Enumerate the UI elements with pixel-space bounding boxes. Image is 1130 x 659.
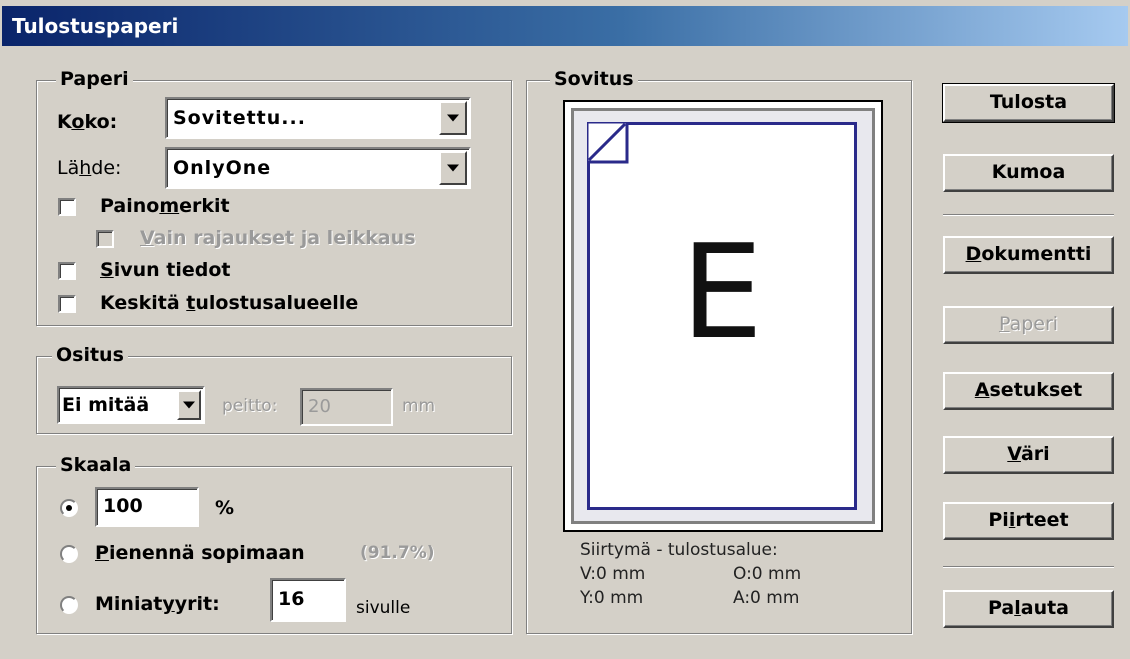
title-bar: Tulostuspaperi <box>2 6 1128 46</box>
offset-o: O:0 mm <box>733 564 802 584</box>
settings-button[interactable]: Asetukset <box>943 372 1114 410</box>
features-button[interactable]: Piirteet <box>943 502 1114 540</box>
size-dropdown[interactable]: Sovitettu... <box>165 97 471 139</box>
scale-percent-radio[interactable] <box>60 499 78 517</box>
chevron-down-icon[interactable] <box>177 390 201 420</box>
scale-thumbnails-radio[interactable] <box>60 596 78 614</box>
scale-fit-percent: (91.7%) <box>360 543 435 563</box>
reset-button[interactable]: Palauta <box>943 590 1114 628</box>
scale-percent-input[interactable]: 100 <box>95 487 199 527</box>
chevron-down-icon[interactable] <box>439 151 467 185</box>
scale-percent-unit: % <box>215 497 235 519</box>
size-label: Koko: <box>57 111 118 133</box>
source-value: OnlyOne <box>173 157 272 179</box>
overlap-input: 20 <box>300 388 393 426</box>
page-info-label[interactable]: Sivun tiedot <box>100 258 230 282</box>
scale-fit-radio[interactable] <box>60 545 78 563</box>
overlap-label: peitto: <box>222 396 278 416</box>
source-dropdown[interactable]: OnlyOne <box>165 147 471 189</box>
page-info-checkbox[interactable] <box>58 262 76 280</box>
chevron-down-icon[interactable] <box>439 101 467 135</box>
scale-thumbnails-label[interactable]: Miniatyyrit: <box>95 592 220 616</box>
tiling-value: Ei mitää <box>62 394 150 416</box>
paper-button: Paperi <box>943 306 1114 344</box>
offset-y: Y:0 mm <box>580 588 644 608</box>
print-button[interactable]: Tulosta <box>942 83 1115 123</box>
page-corner-icon <box>587 122 629 164</box>
paper-legend: Paperi <box>56 68 133 90</box>
offset-v: V:0 mm <box>580 564 646 584</box>
source-label: Lähde: <box>57 157 122 179</box>
crop-marks-label: Vain rajaukset ja leikkaus <box>140 227 429 249</box>
scale-thumbnails-unit: sivulle <box>356 598 411 618</box>
center-checkbox[interactable] <box>58 295 76 313</box>
offset-title: Siirtymä - tulostusalue: <box>580 540 778 560</box>
scale-fit-label[interactable]: Pienennä sopimaan <box>95 541 305 565</box>
separator <box>943 566 1114 568</box>
separator <box>943 214 1114 216</box>
printer-marks-label[interactable]: Painomerkit <box>100 194 230 218</box>
center-label[interactable]: Keskitä tulostusalueelle <box>100 291 358 315</box>
overlap-unit: mm <box>402 396 436 416</box>
cancel-button[interactable]: Kumoa <box>943 154 1114 192</box>
size-value: Sovitettu... <box>173 107 306 129</box>
scale-legend: Skaala <box>56 454 136 476</box>
fit-legend: Sovitus <box>550 68 638 90</box>
preview-letter: E <box>680 216 764 368</box>
scale-thumbnails-input[interactable]: 16 <box>270 578 346 622</box>
document-button[interactable]: Dokumentti <box>943 236 1114 274</box>
color-button[interactable]: Väri <box>943 436 1114 474</box>
offset-a: A:0 mm <box>733 588 800 608</box>
tiling-dropdown[interactable]: Ei mitää <box>57 386 205 424</box>
fit-preview: E <box>563 100 883 532</box>
tiling-legend: Ositus <box>52 344 128 366</box>
window-title: Tulostuspaperi <box>12 14 179 38</box>
crop-marks-checkbox <box>96 230 114 248</box>
printer-marks-checkbox[interactable] <box>58 198 76 216</box>
